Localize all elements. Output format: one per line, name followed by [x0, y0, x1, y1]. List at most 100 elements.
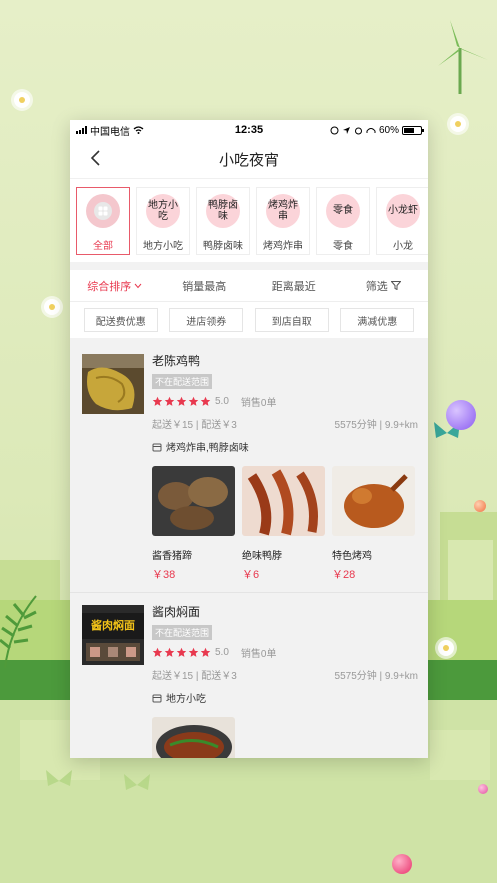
- sort-distance[interactable]: 距离最近: [249, 278, 339, 294]
- star-icon: [164, 647, 175, 657]
- dish-list: 酱香猪蹄 ￥38 绝味鸭脖 ￥6 特色烤鸡 ￥28: [152, 466, 418, 582]
- dish-card[interactable]: [152, 717, 235, 758]
- delivery-distance: 5575分钟 | 9.9+km: [334, 420, 418, 431]
- shop-card[interactable]: 酱肉焖面 酱肉焖面 不在配送范围 5.0 销售0单 起送￥15 | 配送￥3 5…: [70, 593, 428, 758]
- shop-sign-text: 酱肉焖面: [91, 618, 135, 632]
- star-icon: [176, 396, 187, 406]
- delivery-distance: 5575分钟 | 9.9+km: [334, 671, 418, 682]
- dish-price: ￥38: [152, 569, 176, 581]
- dish-price: ￥6: [242, 569, 260, 581]
- rating-score: 5.0: [215, 647, 229, 658]
- star-icon: [188, 647, 199, 657]
- building-shape: [430, 730, 490, 780]
- category-strip: 全部 地方小吃 地方小吃 鸭脖卤味 鸭脖卤味 烤鸡炸串 烤鸡炸串 零食 零食 小…: [70, 178, 428, 262]
- filter-label: 筛选: [365, 280, 388, 293]
- shop-rating: 5.0 销售0单: [152, 645, 418, 660]
- star-rating: [152, 396, 211, 407]
- category-local-snacks[interactable]: 地方小吃 地方小吃: [136, 186, 190, 255]
- dish-image: [152, 466, 235, 536]
- balloon-shape: [446, 400, 476, 430]
- dish-card[interactable]: 酱香猪蹄 ￥38: [152, 466, 235, 582]
- back-arrow-icon[interactable]: [86, 148, 106, 168]
- shop-card[interactable]: 老陈鸡鸭 不在配送范围 5.0 销售0单 起送￥15 | 配送￥3 5575分钟…: [70, 342, 428, 593]
- category-circle: 零食: [326, 193, 360, 228]
- chevron-down-icon: [134, 283, 142, 288]
- windmill-icon: [438, 20, 488, 94]
- sort-default[interactable]: 综合排序: [70, 278, 160, 294]
- category-crayfish[interactable]: 小龙虾 小龙: [376, 186, 428, 255]
- filter-chip-full-reduction[interactable]: 满减优惠: [340, 308, 415, 332]
- delivery-fee: 起送￥15 | 配送￥3: [152, 420, 237, 431]
- shop-category: 地方小吃: [152, 690, 418, 705]
- shop-list: 老陈鸡鸭 不在配送范围 5.0 销售0单 起送￥15 | 配送￥3 5575分钟…: [70, 338, 428, 758]
- page-title: 小吃夜宵: [218, 151, 279, 169]
- category-circle: 鸭脖卤味: [206, 193, 240, 228]
- status-time: 12:35: [234, 124, 264, 136]
- daisy-icon: [450, 116, 466, 132]
- sales-count: 销售0单: [240, 649, 277, 660]
- shop-thumbnail: [82, 354, 144, 414]
- category-label: 烤鸡炸串: [263, 240, 303, 252]
- filter-chip-pickup[interactable]: 到店自取: [254, 308, 329, 332]
- shop-meta: 起送￥15 | 配送￥3 5575分钟 | 9.9+km: [152, 667, 418, 682]
- category-label: 全部: [93, 240, 113, 252]
- dish-image: [242, 466, 325, 536]
- star-icon: [200, 396, 211, 406]
- star-icon: [164, 396, 175, 406]
- category-label: 零食: [333, 240, 353, 252]
- category-circle: 小龙虾: [386, 193, 420, 228]
- category-circle: [86, 193, 120, 228]
- balloon-shape: [478, 784, 488, 794]
- filter-chips: 配送费优惠 进店领券 到店自取 满减优惠: [70, 302, 428, 338]
- sort-default-label: 综合排序: [87, 280, 132, 293]
- category-duck-neck[interactable]: 鸭脖卤味 鸭脖卤味: [196, 186, 250, 255]
- building-shape: [448, 540, 493, 600]
- dish-card[interactable]: 绝味鸭脖 ￥6: [242, 466, 325, 582]
- dish-card[interactable]: 特色烤鸡 ￥28: [332, 466, 415, 582]
- star-icon: [152, 647, 163, 657]
- store-icon: [152, 694, 162, 702]
- shop-category: 烤鸡炸串,鸭脖卤味: [152, 439, 418, 454]
- star-icon: [188, 396, 199, 406]
- daisy-icon: [14, 92, 30, 108]
- store-icon: [152, 443, 162, 451]
- shop-rating: 5.0 销售0单: [152, 394, 418, 409]
- dish-name: 酱香猪蹄: [152, 551, 192, 562]
- category-roast-chicken[interactable]: 烤鸡炸串 烤鸡炸串: [256, 186, 310, 255]
- shop-meta: 起送￥15 | 配送￥3 5575分钟 | 9.9+km: [152, 416, 418, 431]
- star-icon: [152, 396, 163, 406]
- category-label: 地方小吃: [143, 240, 183, 252]
- rating-score: 5.0: [215, 396, 229, 407]
- sort-distance-label: 距离最近: [271, 280, 316, 293]
- funnel-icon: [390, 281, 401, 290]
- sort-sales[interactable]: 销量最高: [160, 278, 250, 294]
- nav-bar: 小吃夜宵: [70, 140, 428, 178]
- dish-list: [152, 717, 418, 758]
- butterfly-icon: [124, 774, 150, 790]
- status-badge: 不在配送范围: [152, 625, 213, 640]
- dish-name: 绝味鸭脖: [242, 551, 282, 562]
- category-label: 小龙: [393, 240, 413, 252]
- dish-name: 特色烤鸡: [332, 551, 372, 562]
- dish-image: [152, 717, 235, 758]
- filter-chip-coupon[interactable]: 进店领券: [169, 308, 244, 332]
- category-all[interactable]: 全部: [76, 186, 130, 255]
- shop-name: 老陈鸡鸭: [152, 354, 201, 368]
- shop-category-label: 地方小吃: [166, 694, 206, 705]
- daisy-icon: [44, 299, 60, 315]
- filter-button[interactable]: 筛选: [339, 278, 429, 294]
- category-circle: 烤鸡炸串: [266, 193, 300, 228]
- dish-price: ￥28: [332, 569, 356, 581]
- sort-sales-label: 销量最高: [182, 280, 227, 293]
- shop-thumbnail: 酱肉焖面: [82, 605, 144, 665]
- butterfly-icon: [46, 770, 72, 786]
- star-icon: [176, 647, 187, 657]
- shop-category-label: 烤鸡炸串,鸭脖卤味: [166, 443, 249, 454]
- category-snacks[interactable]: 零食 零食: [316, 186, 370, 255]
- dish-image: [332, 466, 415, 536]
- category-circle: 地方小吃: [146, 193, 180, 228]
- grid-icon: [94, 201, 112, 220]
- sales-count: 销售0单: [240, 398, 277, 409]
- status-badge: 不在配送范围: [152, 374, 213, 389]
- filter-chip-delivery-discount[interactable]: 配送费优惠: [83, 308, 158, 332]
